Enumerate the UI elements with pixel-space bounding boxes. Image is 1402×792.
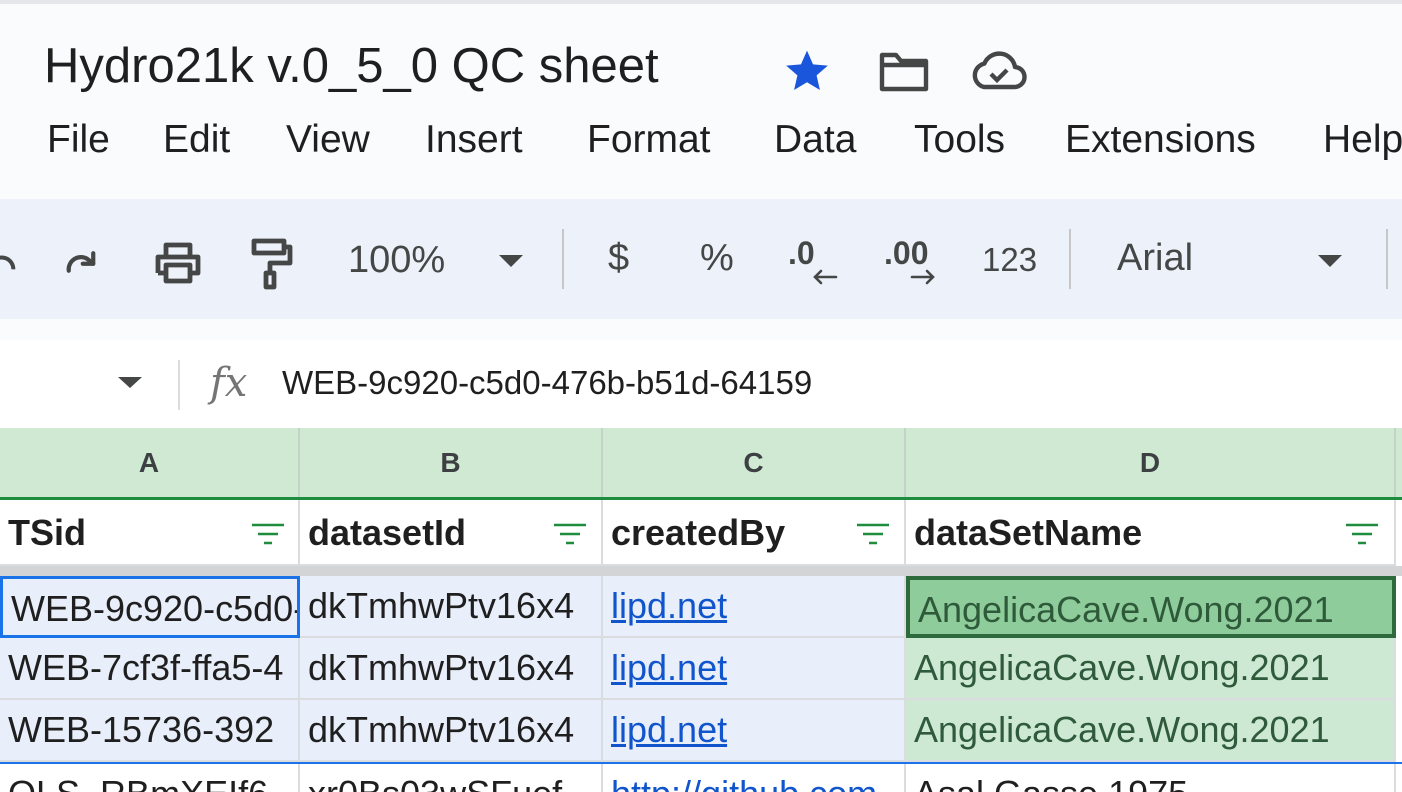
header-cell-createdby[interactable]: createdBy bbox=[603, 500, 906, 566]
formula-bar: fx WEB-9c920-c5d0-476b-b51d-64159 bbox=[0, 340, 1402, 428]
toolbar-divider bbox=[1386, 229, 1388, 289]
menu-data[interactable]: Data bbox=[774, 118, 856, 162]
filter-icon bbox=[857, 523, 889, 545]
menu-bar: File Edit View Insert Format Data Tools … bbox=[0, 118, 1402, 168]
menu-view[interactable]: View bbox=[286, 118, 370, 162]
active-cell[interactable]: WEB-9c920-c5d0-476b-b51d-64159 bbox=[0, 576, 300, 638]
column-header-b[interactable]: B bbox=[300, 428, 603, 498]
header-label: dataSetName bbox=[914, 512, 1143, 553]
menu-edit[interactable]: Edit bbox=[163, 118, 230, 162]
print-icon[interactable] bbox=[152, 239, 204, 292]
column-header-a[interactable]: A bbox=[0, 428, 300, 498]
selected-cell[interactable]: AngelicaCave.Wong.2021 bbox=[906, 576, 1396, 638]
formula-input[interactable]: WEB-9c920-c5d0-476b-b51d-64159 bbox=[282, 364, 812, 402]
cell-link[interactable]: lipd.net bbox=[611, 647, 727, 688]
document-title[interactable]: Hydro21k v.0_5_0 QC sheet bbox=[44, 38, 659, 94]
header-label: TSid bbox=[8, 512, 86, 553]
table-cell[interactable]: dkTmhwPtv16x4 bbox=[300, 576, 603, 638]
table-cell[interactable]: http://github.com bbox=[603, 764, 906, 792]
formula-divider bbox=[178, 360, 180, 410]
table-cell[interactable]: QLS_RBmXEIf6 bbox=[0, 764, 300, 792]
frozen-row-divider[interactable] bbox=[0, 566, 1402, 576]
menu-file[interactable]: File bbox=[47, 118, 110, 162]
percent-format-button[interactable]: % bbox=[700, 237, 734, 280]
table-cell[interactable]: lipd.net bbox=[603, 638, 906, 700]
paint-format-icon[interactable] bbox=[248, 235, 294, 296]
header-cell-datasetid[interactable]: datasetId bbox=[300, 500, 603, 566]
table-cell[interactable]: AngelicaCave.Wong.2021 bbox=[906, 700, 1396, 762]
menu-format[interactable]: Format bbox=[587, 118, 711, 162]
table-cell[interactable]: xr0Bs03wSFuef bbox=[300, 764, 603, 792]
table-cell[interactable]: lipd.net bbox=[603, 576, 906, 638]
fx-icon: fx bbox=[210, 360, 248, 406]
star-icon[interactable] bbox=[782, 46, 832, 101]
column-header-d[interactable]: D bbox=[906, 428, 1396, 498]
toolbar-divider bbox=[1069, 229, 1071, 289]
cloud-saved-icon[interactable] bbox=[970, 46, 1028, 101]
menu-tools[interactable]: Tools bbox=[914, 118, 1005, 162]
table-cell[interactable]: Asal.Gasse.1975 bbox=[906, 764, 1396, 792]
filter-icon bbox=[1346, 523, 1378, 545]
table-cell[interactable]: lipd.net bbox=[603, 700, 906, 762]
zoom-value[interactable]: 100% bbox=[348, 239, 445, 282]
folder-icon[interactable] bbox=[878, 46, 930, 101]
table-cell[interactable]: dkTmhwPtv16x4 bbox=[300, 638, 603, 700]
table-cell[interactable]: dkTmhwPtv16x4 bbox=[300, 700, 603, 762]
header-cell-datasetname[interactable]: dataSetName bbox=[906, 500, 1396, 566]
arrow-right-icon bbox=[910, 269, 935, 285]
menu-extensions[interactable]: Extensions bbox=[1065, 118, 1256, 162]
name-box-dropdown[interactable] bbox=[116, 374, 144, 395]
chevron-down-icon[interactable] bbox=[496, 251, 526, 274]
chevron-down-icon bbox=[118, 377, 142, 388]
cell-link[interactable]: lipd.net bbox=[611, 585, 727, 626]
menu-help[interactable]: Help bbox=[1323, 118, 1402, 162]
header-label: datasetId bbox=[308, 512, 467, 553]
table-cell[interactable]: AngelicaCave.Wong.2021 bbox=[906, 638, 1396, 700]
top-border bbox=[0, 0, 1402, 4]
header-cell-tsid[interactable]: TSid bbox=[0, 500, 300, 566]
header-label: createdBy bbox=[611, 512, 786, 553]
undo-icon[interactable] bbox=[0, 241, 20, 286]
toolbar-divider bbox=[562, 229, 564, 289]
spreadsheet-grid: A B C D TSid datasetId createdBy dataSet… bbox=[0, 428, 1402, 792]
arrow-left-icon bbox=[813, 269, 838, 285]
table-cell[interactable]: WEB-7cf3f-ffa5-4 bbox=[0, 638, 300, 700]
filter-icon bbox=[554, 523, 586, 545]
filter-icon bbox=[252, 523, 284, 545]
redo-icon[interactable] bbox=[60, 241, 102, 288]
cell-link[interactable]: lipd.net bbox=[611, 709, 727, 750]
column-header-c[interactable]: C bbox=[603, 428, 906, 498]
toolbar: 100% $ % .0 .00 123 Arial bbox=[0, 199, 1402, 319]
decrease-decimal-button[interactable]: .0 bbox=[786, 235, 846, 291]
cell-link[interactable]: http://github.com bbox=[611, 773, 877, 792]
column-header-e[interactable] bbox=[1396, 428, 1402, 498]
menu-insert[interactable]: Insert bbox=[425, 118, 523, 162]
table-cell[interactable]: WEB-15736-392 bbox=[0, 700, 300, 762]
more-formats-button[interactable]: 123 bbox=[982, 241, 1037, 279]
chevron-down-icon[interactable] bbox=[1315, 251, 1345, 274]
increase-decimal-button[interactable]: .00 bbox=[882, 235, 946, 291]
font-family-select[interactable]: Arial bbox=[1117, 237, 1193, 280]
currency-format-button[interactable]: $ bbox=[608, 237, 629, 280]
